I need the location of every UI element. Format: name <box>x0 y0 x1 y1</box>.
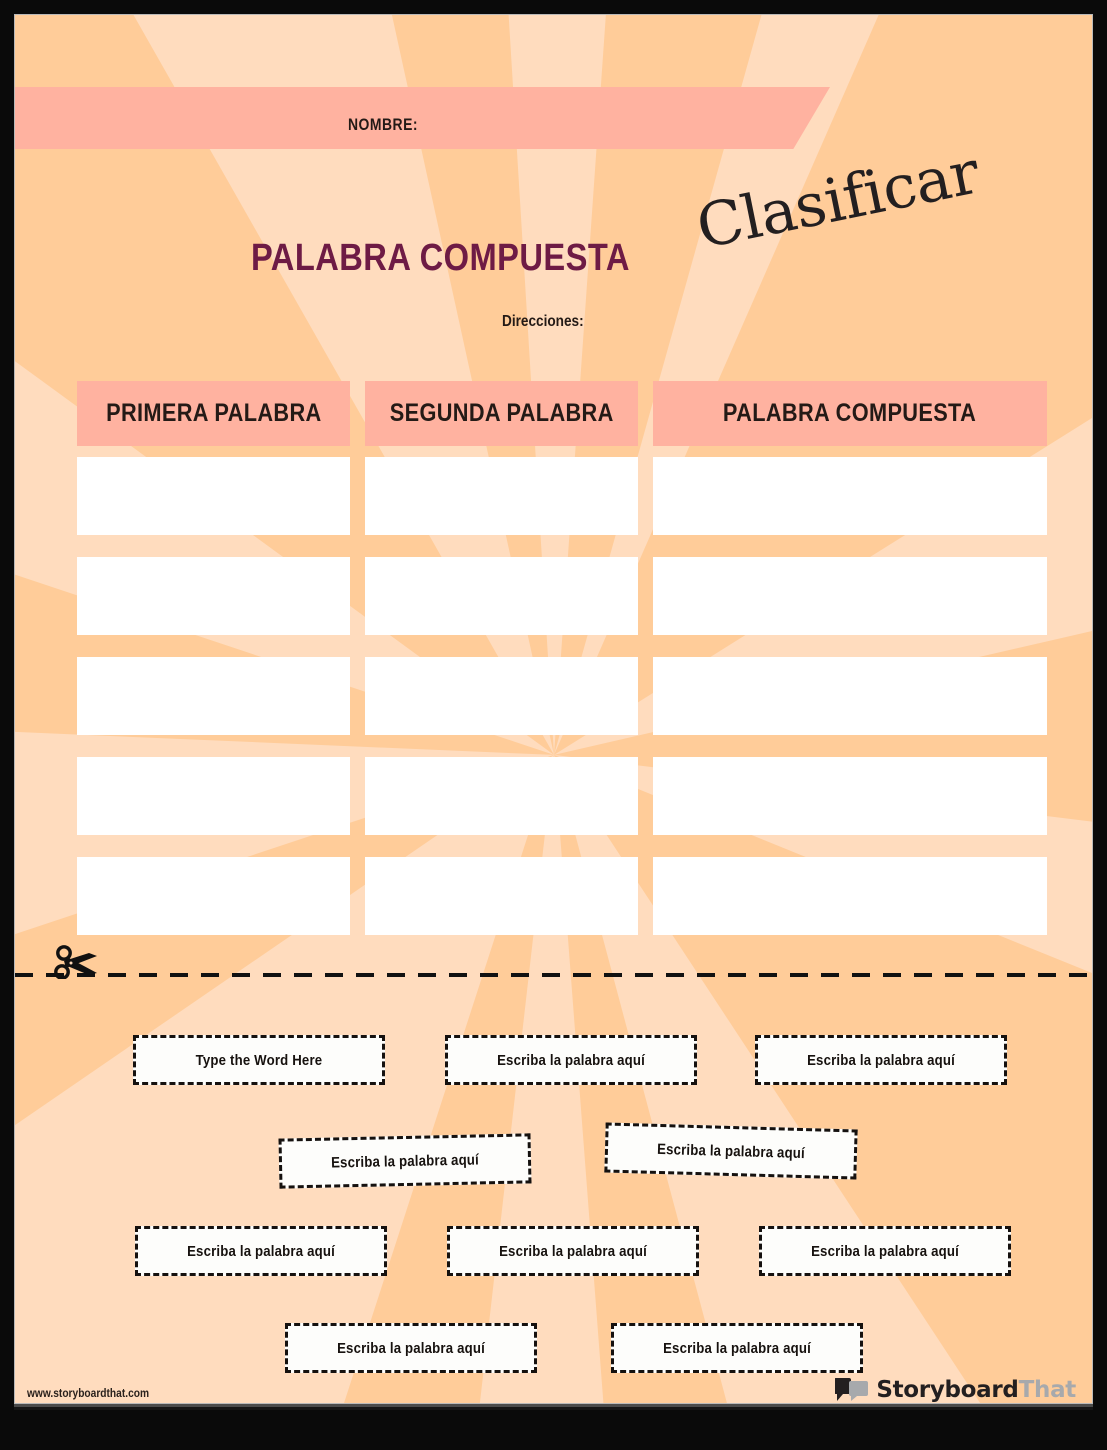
directions-label: Direcciones: <box>502 313 584 330</box>
word-card-label: Escriba la palabra aquí <box>656 1140 806 1162</box>
word-card-label: Type the Word Here <box>195 1051 323 1069</box>
table-cell[interactable] <box>77 557 350 635</box>
name-banner <box>15 87 830 149</box>
table-cell[interactable] <box>365 457 638 535</box>
word-card[interactable]: Escriba la palabra aquí <box>611 1323 863 1373</box>
page-title: PALABRA COMPUESTA <box>251 237 630 279</box>
footer-url[interactable]: www.storyboardthat.com <box>27 1386 149 1400</box>
logo-wordmark: StoryboardThat <box>876 1377 1076 1403</box>
table-cell[interactable] <box>653 857 1047 935</box>
storyboardthat-logo: StoryboardThat <box>834 1376 1076 1403</box>
word-card-label: Escriba la palabra aquí <box>330 1150 480 1172</box>
word-card[interactable]: Escriba la palabra aquí <box>285 1323 537 1373</box>
table-cell[interactable] <box>77 757 350 835</box>
table-cell[interactable] <box>653 657 1047 735</box>
word-card-label: Escriba la palabra aquí <box>807 1051 955 1069</box>
word-card-bank: Type the Word Here Escriba la palabra aq… <box>15 1010 1092 1373</box>
column-header-compound-word: PALABRA COMPUESTA <box>653 381 1047 446</box>
word-card[interactable]: Escriba la palabra aquí <box>445 1035 697 1085</box>
table-column-first-word: PRIMERA PALABRA <box>77 381 350 935</box>
word-card-label: Escriba la palabra aquí <box>499 1242 647 1260</box>
column-header-label: PRIMERA PALABRA <box>105 399 322 427</box>
table-cell[interactable] <box>365 857 638 935</box>
word-card-label: Escriba la palabra aquí <box>663 1339 811 1357</box>
speech-bubbles-icon <box>834 1376 869 1403</box>
cut-line <box>15 973 1092 977</box>
word-card-label: Escriba la palabra aquí <box>337 1339 485 1357</box>
table-cell[interactable] <box>77 857 350 935</box>
table-cell[interactable] <box>365 557 638 635</box>
table-cell[interactable] <box>365 657 638 735</box>
name-label: NOMBRE: <box>348 115 419 134</box>
word-card[interactable]: Escriba la palabra aquí <box>604 1122 858 1180</box>
table-cell[interactable] <box>77 657 350 735</box>
word-card[interactable]: Escriba la palabra aquí <box>278 1133 532 1189</box>
logo-word-storyboard: Storyboard <box>876 1376 1019 1403</box>
scissors-icon <box>53 945 103 980</box>
table-column-second-word: SEGUNDA PALABRA <box>365 381 638 935</box>
word-card[interactable]: Escriba la palabra aquí <box>135 1226 387 1276</box>
column-header-label: PALABRA COMPUESTA <box>723 399 977 427</box>
page-frame: NOMBRE: PALABRA COMPUESTA Clasificar Dir… <box>0 0 1107 1450</box>
word-card[interactable]: Type the Word Here <box>133 1035 385 1085</box>
table-cell[interactable] <box>653 557 1047 635</box>
word-card[interactable]: Escriba la palabra aquí <box>447 1226 699 1276</box>
table-cell[interactable] <box>365 757 638 835</box>
word-card[interactable]: Escriba la palabra aquí <box>759 1226 1011 1276</box>
column-header-second-word: SEGUNDA PALABRA <box>365 381 638 446</box>
logo-word-that: That <box>1018 1376 1077 1403</box>
word-card-label: Escriba la palabra aquí <box>187 1242 335 1260</box>
table-cell[interactable] <box>77 457 350 535</box>
column-header-label: SEGUNDA PALABRA <box>389 399 614 427</box>
table-column-compound-word: PALABRA COMPUESTA <box>653 381 1047 935</box>
table-cell[interactable] <box>653 757 1047 835</box>
column-header-first-word: PRIMERA PALABRA <box>77 381 350 446</box>
word-card-label: Escriba la palabra aquí <box>497 1051 645 1069</box>
table-cell[interactable] <box>653 457 1047 535</box>
word-card[interactable]: Escriba la palabra aquí <box>755 1035 1007 1085</box>
worksheet-sheet: NOMBRE: PALABRA COMPUESTA Clasificar Dir… <box>14 14 1093 1404</box>
word-card-label: Escriba la palabra aquí <box>811 1242 959 1260</box>
sort-table: PRIMERA PALABRA SEGUNDA PALABRA PALABRA … <box>77 381 1062 935</box>
